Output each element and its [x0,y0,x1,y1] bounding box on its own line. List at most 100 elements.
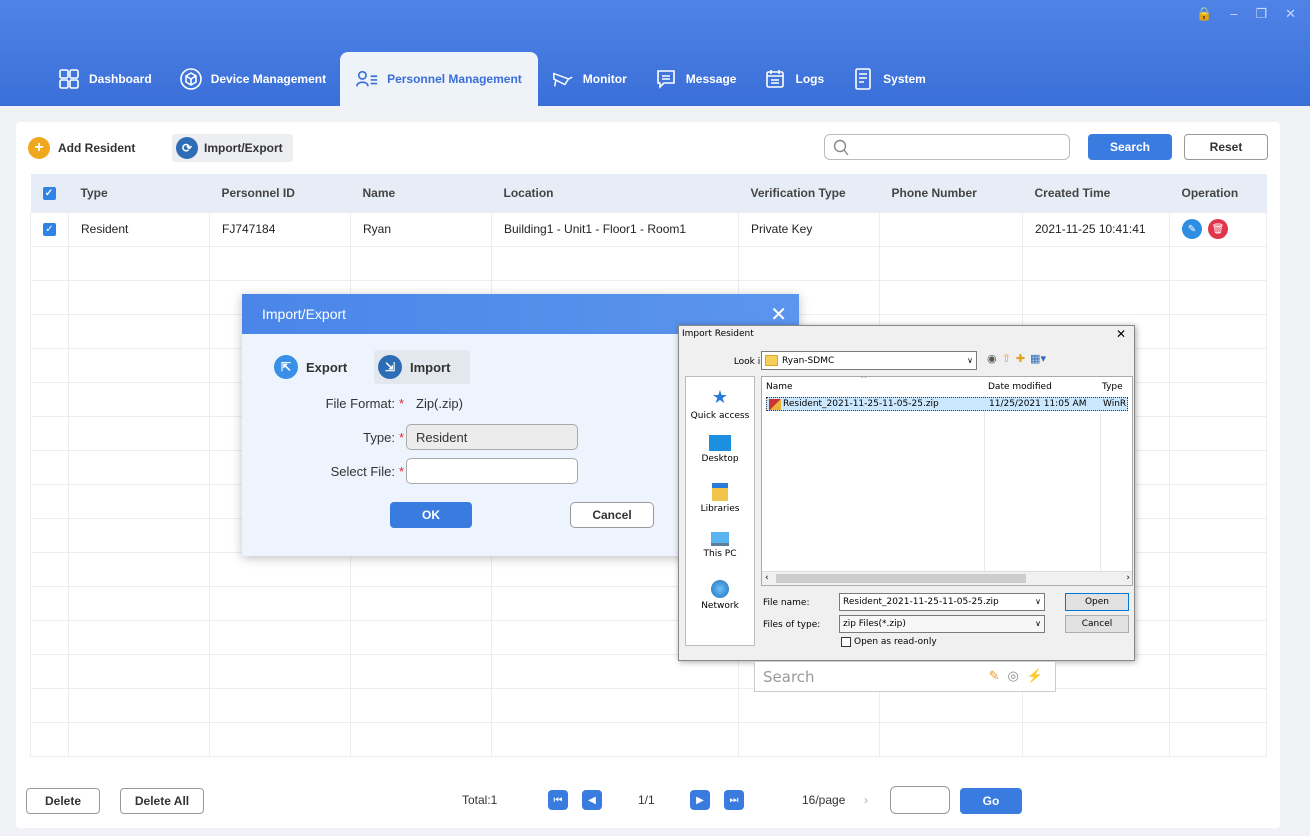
files-of-type-select[interactable]: zip Files(*.zip) ∨ [839,615,1045,633]
tab-import-label: Import [410,359,451,375]
per-page-arrow-icon[interactable]: › [864,793,868,807]
nav-system[interactable]: System [838,52,940,106]
pagination-footer: Delete Delete All Total:1 ⏮ ◀ 1/1 ▶ ⏭ 16… [16,762,1280,828]
close-icon[interactable]: ✕ [770,302,787,327]
place-quick-access[interactable]: ★ Quick access [686,387,754,421]
chevron-down-icon[interactable]: ∨ [1035,597,1041,606]
look-in-select[interactable]: Ryan-SDMC ∨ [761,351,977,370]
empty-cell [68,483,210,519]
delete-all-button[interactable]: Delete All [120,788,204,814]
add-resident-button[interactable]: + Add Resident [28,134,135,162]
place-libraries[interactable]: Libraries [686,483,754,514]
tab-import[interactable]: ⇲ Import [374,350,471,384]
empty-cell [1022,245,1170,281]
close-icon[interactable]: ✕ [1116,327,1126,341]
scroll-thumb[interactable] [776,574,1026,583]
first-page-icon[interactable]: ⏮ [548,790,568,810]
empty-cell [491,687,739,723]
table-row[interactable]: ✓ Resident FJ747184 Ryan Building1 - Uni… [30,211,1267,247]
file-row[interactable]: Resident_2021-11-25-11-05-25.zip 11/25/2… [766,397,1128,411]
place-network[interactable]: Network [686,580,754,611]
search-button[interactable]: Search [1088,134,1172,160]
empty-cell [738,721,880,757]
nav-monitor[interactable]: Monitor [538,52,641,106]
places-bar: ★ Quick access Desktop Libraries This PC… [685,376,755,646]
delete-button[interactable]: Delete [26,788,100,814]
column-header[interactable]: Verification Type [738,174,880,212]
cell-created-time: 2021-11-25 10:41:41 [1022,211,1170,247]
column-header-type[interactable]: Type [1102,382,1123,392]
empty-cell [1169,245,1267,281]
cell-verification-type: Private Key [738,211,880,247]
ok-button[interactable]: OK [390,502,472,528]
checkbox-box[interactable] [841,637,851,647]
reset-button[interactable]: Reset [1184,134,1268,160]
desktop-icon [709,435,731,451]
page-jump-input[interactable] [890,786,950,814]
scroll-left-icon[interactable]: ‹ [765,573,769,583]
column-header[interactable]: Created Time [1022,174,1170,212]
column-header[interactable]: Phone Number [879,174,1023,212]
prev-page-icon[interactable]: ◀ [582,790,602,810]
close-icon[interactable]: ✕ [1285,6,1296,22]
overlay-search-bar[interactable]: Search ✎ ◎ ⚡ [754,661,1056,692]
place-desktop[interactable]: Desktop [686,435,754,464]
nav-dashboard[interactable]: Dashboard [44,52,166,106]
files-of-type-label: Files of type: [763,620,821,630]
column-header-date[interactable]: Date modified [988,382,1052,392]
per-page-select[interactable]: 16/page [802,793,845,807]
view-menu-icon[interactable]: ▦▾ [1030,352,1046,365]
nav-personnel-management[interactable]: Personnel Management [340,52,538,106]
sort-caret-icon: ^ [860,376,868,385]
empty-cell [209,721,351,757]
settings-icon[interactable]: ◎ [1007,668,1018,684]
lightning-icon[interactable]: ⚡ [1027,668,1043,684]
nav-logs[interactable]: Logs [750,52,838,106]
nav-message[interactable]: Message [641,52,751,106]
column-header-name[interactable]: Name [766,382,793,392]
column-header[interactable]: Personnel ID [209,174,351,212]
search-placeholder: Search [763,668,815,686]
cancel-button[interactable]: Cancel [570,502,654,528]
last-page-icon[interactable]: ⏭ [724,790,744,810]
horizontal-scrollbar[interactable]: ‹ › [762,571,1132,585]
file-name-label: File name: [763,598,810,608]
nav-device-management[interactable]: Device Management [166,52,340,106]
column-header[interactable]: Name [350,174,492,212]
empty-cell [30,721,69,757]
select-all-checkbox[interactable]: ✓ [42,186,56,200]
open-button[interactable]: Open [1065,593,1129,611]
tab-export[interactable]: ⇱ Export [274,350,347,384]
chevron-down-icon[interactable]: ∨ [1035,619,1041,628]
lock-icon[interactable]: 🔒 [1196,6,1212,22]
place-this-pc[interactable]: This PC [686,532,754,559]
edit-icon[interactable]: ✎ [1182,219,1202,239]
delete-icon[interactable]: 🗑 [1208,219,1228,239]
file-name-field[interactable]: Resident_2021-11-25-11-05-25.zip ∨ [839,593,1045,611]
file-name: Resident_2021-11-25-11-05-25.zip [783,399,939,409]
import-export-button[interactable]: ⟳ Import/Export [172,134,293,162]
cell-name: Ryan [350,211,492,247]
column-header[interactable]: Location [491,174,739,212]
back-icon[interactable]: ◉ [987,352,997,365]
column-header[interactable]: Type [68,174,210,212]
row-checkbox[interactable]: ✓ [43,223,56,237]
up-folder-icon[interactable]: ⇧ [1002,352,1011,365]
empty-cell [1169,415,1267,451]
add-resident-label: Add Resident [58,141,136,155]
folder-pen-icon[interactable]: ✎ [989,668,1000,684]
empty-cell [1169,551,1267,587]
minimize-icon[interactable]: – [1230,6,1237,22]
read-only-checkbox[interactable]: Open as read-only [841,637,937,647]
select-file-field[interactable] [406,458,578,484]
cancel-button[interactable]: Cancel [1065,615,1129,633]
next-page-icon[interactable]: ▶ [690,790,710,810]
restore-icon[interactable]: ❐ [1255,6,1267,22]
scroll-right-icon[interactable]: › [1126,573,1130,583]
file-modified: 11/25/2021 11:05 AM [989,399,1087,409]
search-input[interactable] [824,134,1070,160]
empty-cell [30,381,69,417]
look-in-value: Ryan-SDMC [782,355,835,366]
new-folder-icon[interactable]: ✚ [1016,352,1025,365]
go-button[interactable]: Go [960,788,1022,814]
